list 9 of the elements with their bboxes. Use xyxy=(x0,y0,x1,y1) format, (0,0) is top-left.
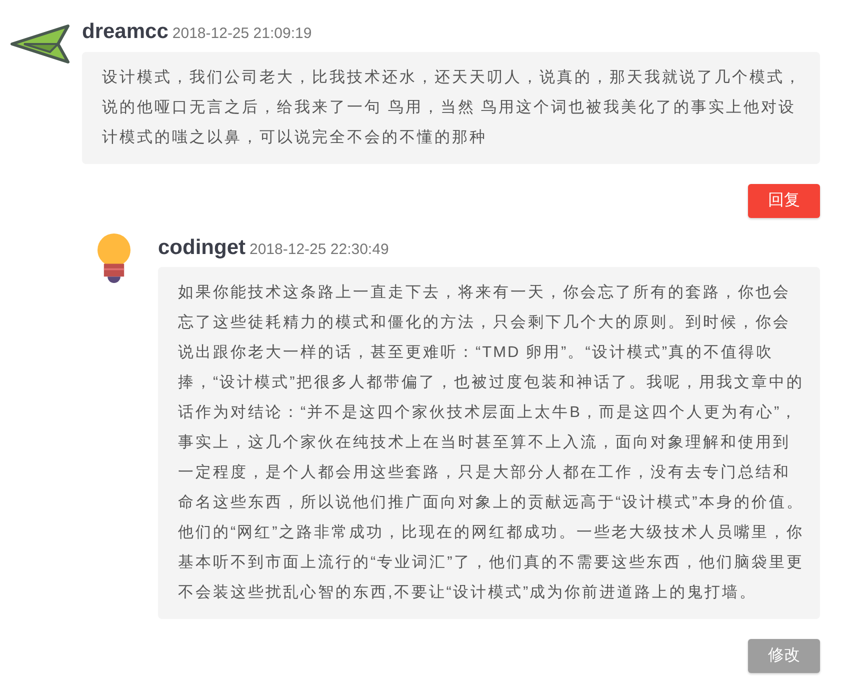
comment-text: 如果你能技术这条路上一直走下去，将来有一天，你会忘了所有的套路，你也会忘了这些徒耗精力的模式和僵化的方法，只会剩下几个大的原则。到时候，你会说出跟你老大一样的话，甚至更难听：“TMD 卵用”。“设计模式”真的不值得吹捧，“设计模式”把很多人都带偏了，也被过度包装和神话了。我呢，用我文章中的话作为对结论：“并不是这四个家伙技术层面上太牛B，而是这四个人更为有心”，事实上，这几个家伙在纯技术上在当时甚至算不上入流，面向对象理解和使用到一定程度，是个人都会用这些套路，只是大部分人都在工作，没有去专门总结和命名这些东西，所以说他们推广面向对象上的贡献远高于“设计模式”本身的价值。他们的“网红”之路非常成功，比现在的网红都成功。一些老大级技术人员嘴里，你基本听不到市面上流行的“专业词汇”了，他们真的不需要这些东西，他们脑袋里更不会装这些扰乱心智的东西,不要让“设计模式”成为你前进道路上的鬼打墙。 xyxy=(158,267,820,619)
edit-button[interactable]: 修改 xyxy=(748,639,820,673)
reply-button[interactable]: 回复 xyxy=(748,184,820,218)
timestamp: 2018-12-25 21:09:19 xyxy=(172,25,312,42)
timestamp: 2018-12-25 22:30:49 xyxy=(250,240,389,258)
author-name: codinget xyxy=(158,236,246,258)
comment-text: 设计模式，我们公司老大，比我技术还水，还天天叨人，说真的，那天我就说了几个模式，说的他哑口无言之后，给我来了一句 鸟用，当然 鸟用这个词也被我美化了的事实上他对设计模式的嗤之以鼻，可以说完全不会的不懂的那种 xyxy=(82,52,820,164)
author-name: dreamcc xyxy=(82,20,168,43)
paper-plane-icon xyxy=(10,24,70,64)
